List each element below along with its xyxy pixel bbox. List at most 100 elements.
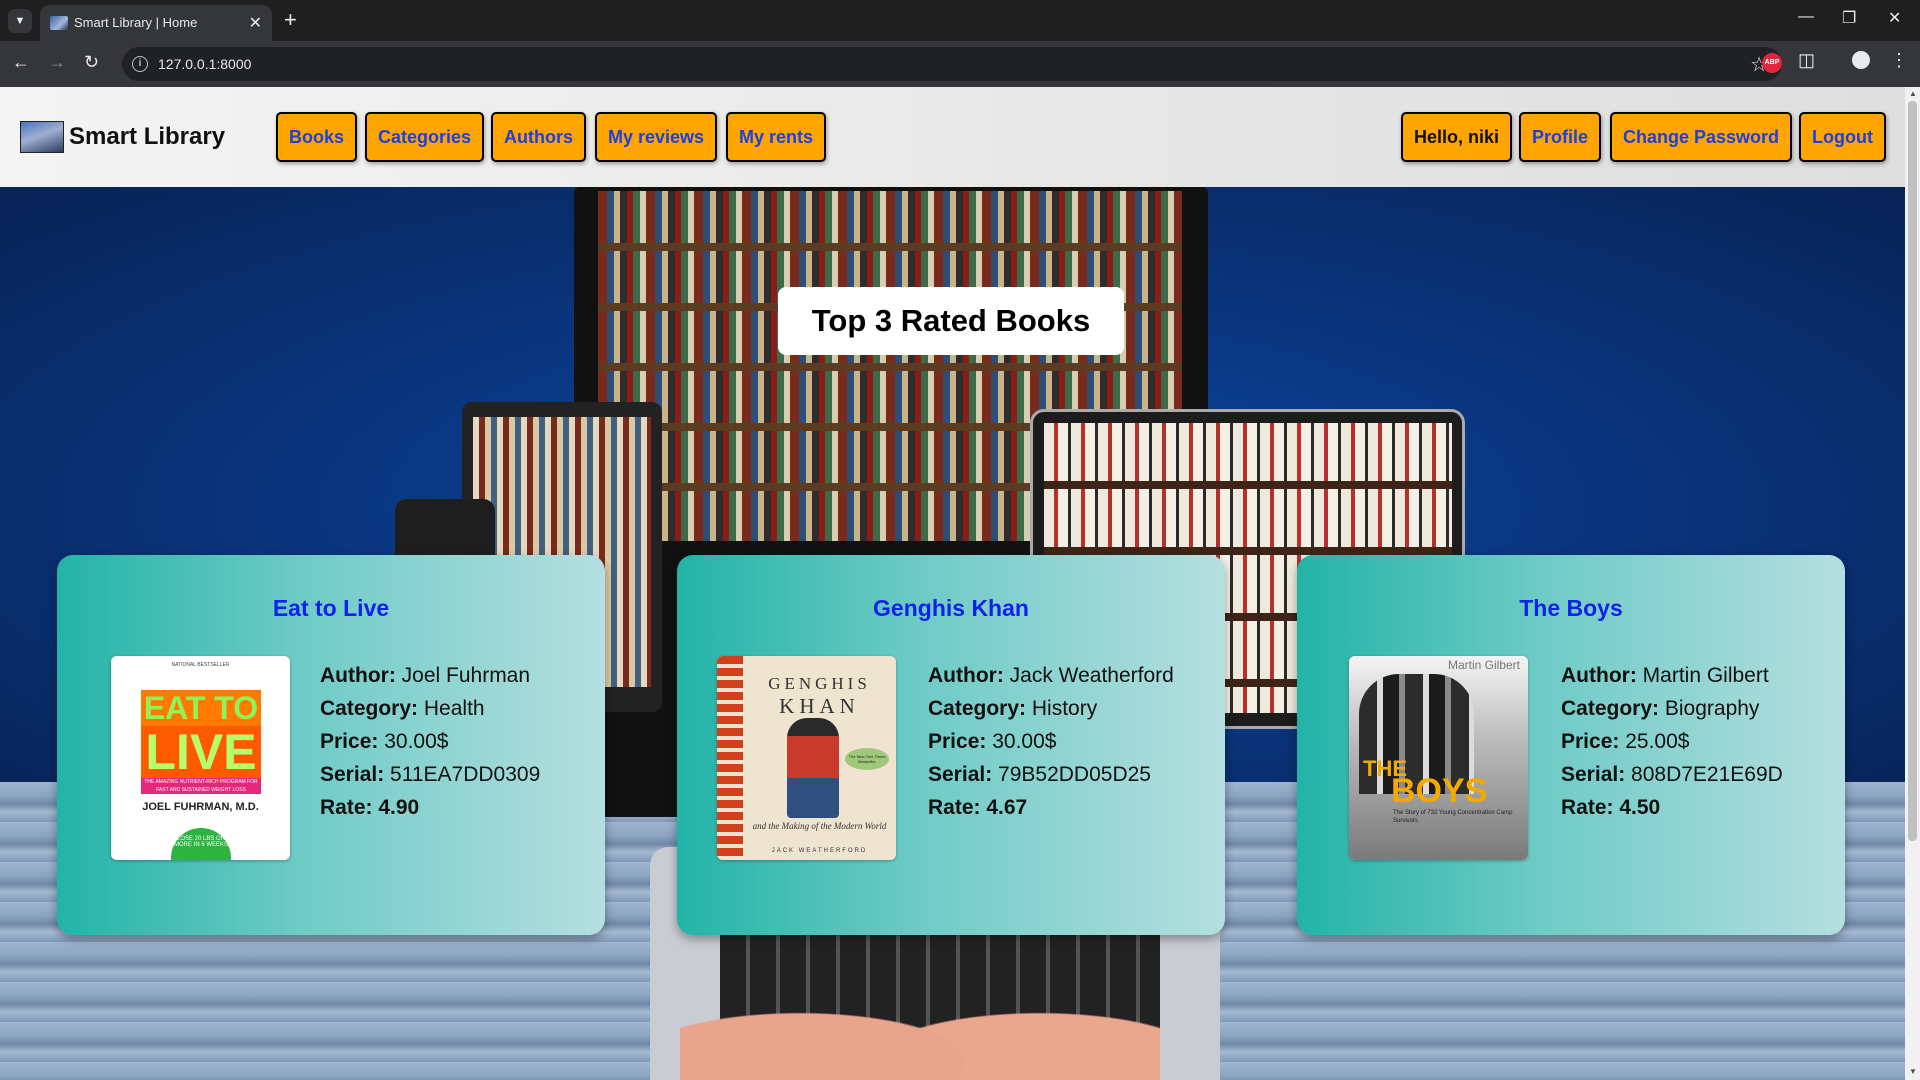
nav-authors-button[interactable]: Authors xyxy=(491,112,586,162)
cover-author: Martin Gilbert xyxy=(1447,658,1520,672)
cover-band: THE AMAZING NUTRIENT-RICH PROGRAM FOR FA… xyxy=(141,778,261,794)
book-card[interactable]: The Boys Martin Gilbert THE BOYS The Sto… xyxy=(1297,555,1845,935)
nav-books-button[interactable]: Books xyxy=(276,112,358,162)
tab-title: Smart Library | Home xyxy=(74,15,198,30)
scrollbar-thumb[interactable] xyxy=(1908,101,1917,841)
maximize-icon[interactable]: ❐ xyxy=(1842,8,1856,28)
book-price-row: Price: 30.00$ xyxy=(320,725,540,758)
price-label: Price: xyxy=(1561,730,1620,753)
book-serial: 808D7E21E69D xyxy=(1631,763,1783,786)
top-books-heading: Top 3 Rated Books xyxy=(778,287,1124,355)
cover-figure xyxy=(787,718,839,818)
cover-title-line2: BOYS xyxy=(1391,772,1488,810)
book-category-row: Category: Biography xyxy=(1561,692,1783,725)
page-viewport: Smart Library Books Categories Authors M… xyxy=(0,87,1920,1080)
info-icon[interactable]: i xyxy=(132,56,148,72)
brand-name[interactable]: Smart Library xyxy=(69,123,225,151)
tab-search-icon[interactable]: ▼ xyxy=(8,9,32,33)
category-label: Category: xyxy=(1561,697,1660,720)
book-cover-image[interactable]: Martin Gilbert THE BOYS The Story of 732… xyxy=(1349,656,1528,860)
cover-tagline: NATIONAL BESTSELLER xyxy=(171,662,230,668)
book-category: History xyxy=(1031,697,1098,720)
category-label: Category: xyxy=(320,697,419,720)
rate-label: Rate: xyxy=(928,796,981,819)
close-icon[interactable]: ✕ xyxy=(249,13,262,33)
serial-label: Serial: xyxy=(928,763,993,786)
book-title[interactable]: The Boys xyxy=(1297,595,1845,622)
book-details: Author: Martin Gilbert Category: Biograp… xyxy=(1561,659,1783,824)
brand-logo[interactable] xyxy=(20,121,64,153)
nav-my-reviews-button[interactable]: My reviews xyxy=(595,112,718,162)
cover-subtitle: The Story of 732 Young Concentration Cam… xyxy=(1393,810,1513,824)
cover-title-line2: KHAN xyxy=(779,694,860,718)
book-author-row: Author: Jack Weatherford xyxy=(928,659,1174,692)
book-rate-row: Rate: 4.90 xyxy=(320,791,540,824)
book-category: Health xyxy=(423,697,485,720)
browser-tab[interactable]: Smart Library | Home ✕ xyxy=(40,5,272,41)
book-price: 25.00$ xyxy=(1625,730,1690,753)
book-price: 30.00$ xyxy=(384,730,449,753)
book-card[interactable]: Genghis Khan GENGHIS KHAN The New York T… xyxy=(677,555,1225,935)
extensions-icon[interactable]: ◫ xyxy=(1798,50,1815,71)
cover-seal: The New York Times Bestseller xyxy=(845,748,889,770)
adblock-icon[interactable]: ABP xyxy=(1762,53,1782,73)
author-label: Author: xyxy=(320,664,396,687)
nav-categories-button[interactable]: Categories xyxy=(365,112,485,162)
book-author: Martin Gilbert xyxy=(1642,664,1769,687)
page-scrollbar[interactable]: ▲ ▼ xyxy=(1905,87,1920,1080)
book-author-row: Author: Martin Gilbert xyxy=(1561,659,1783,692)
url-text[interactable]: 127.0.0.1:8000 xyxy=(158,56,251,72)
favicon-icon xyxy=(50,16,68,30)
user-greeting-button[interactable]: Hello, niki xyxy=(1401,112,1513,162)
book-cover-image[interactable]: NATIONAL BESTSELLER EAT TO LIVE THE AMAZ… xyxy=(111,656,290,860)
address-bar[interactable]: i 127.0.0.1:8000 ☆ xyxy=(122,47,1782,81)
book-rate: 4.67 xyxy=(986,796,1028,819)
price-label: Price: xyxy=(320,730,379,753)
minimize-icon[interactable]: — xyxy=(1798,8,1814,26)
cover-title-line1: GENGHIS xyxy=(768,674,871,693)
cover-title-line2: LIVE xyxy=(141,726,261,778)
window-close-icon[interactable]: ✕ xyxy=(1888,8,1901,28)
back-icon[interactable]: ← xyxy=(12,52,30,73)
serial-label: Serial: xyxy=(1561,763,1626,786)
logout-button[interactable]: Logout xyxy=(1799,112,1886,162)
reload-icon[interactable]: ↻ xyxy=(84,52,99,73)
book-author-row: Author: Joel Fuhrman xyxy=(320,659,540,692)
book-category: Biography xyxy=(1664,697,1760,720)
book-details: Author: Joel Fuhrman Category: Health Pr… xyxy=(320,659,540,824)
book-title[interactable]: Eat to Live xyxy=(57,595,605,622)
rate-label: Rate: xyxy=(320,796,373,819)
cover-ornament xyxy=(717,656,743,860)
book-serial: 511EA7DD0309 xyxy=(390,763,541,786)
book-serial-row: Serial: 79B52DD05D25 xyxy=(928,758,1174,791)
profile-button[interactable]: Profile xyxy=(1519,112,1602,162)
book-price-row: Price: 30.00$ xyxy=(928,725,1174,758)
book-serial: 79B52DD05D25 xyxy=(998,763,1151,786)
book-price: 30.00$ xyxy=(992,730,1057,753)
hands-illustration xyxy=(680,957,1160,1080)
book-rate-row: Rate: 4.50 xyxy=(1561,791,1783,824)
price-label: Price: xyxy=(928,730,987,753)
book-price-row: Price: 25.00$ xyxy=(1561,725,1783,758)
nav-my-rents-button[interactable]: My rents xyxy=(726,112,827,162)
book-rate: 4.50 xyxy=(1619,796,1661,819)
category-label: Category: xyxy=(928,697,1027,720)
book-cover-image[interactable]: GENGHIS KHAN The New York Times Bestsell… xyxy=(717,656,896,860)
menu-icon[interactable]: ⋮ xyxy=(1890,50,1908,71)
profile-icon[interactable] xyxy=(1852,51,1870,69)
author-label: Author: xyxy=(1561,664,1637,687)
scroll-up-icon[interactable]: ▲ xyxy=(1909,89,1917,98)
forward-icon[interactable]: → xyxy=(48,52,66,73)
new-tab-icon[interactable]: + xyxy=(284,7,297,33)
scroll-down-icon[interactable]: ▼ xyxy=(1909,1067,1917,1076)
book-card[interactable]: Eat to Live NATIONAL BESTSELLER EAT TO L… xyxy=(57,555,605,935)
rate-label: Rate: xyxy=(1561,796,1614,819)
book-details: Author: Jack Weatherford Category: Histo… xyxy=(928,659,1174,824)
book-author: Joel Fuhrman xyxy=(401,664,531,687)
book-author: Jack Weatherford xyxy=(1009,664,1174,687)
change-password-button[interactable]: Change Password xyxy=(1610,112,1793,162)
browser-tabstrip: ▼ Smart Library | Home ✕ + — ❐ ✕ xyxy=(0,0,1920,41)
site-navbar: Smart Library Books Categories Authors M… xyxy=(0,87,1905,187)
book-title[interactable]: Genghis Khan xyxy=(677,595,1225,622)
cover-title-line1: EAT TO xyxy=(141,690,261,726)
